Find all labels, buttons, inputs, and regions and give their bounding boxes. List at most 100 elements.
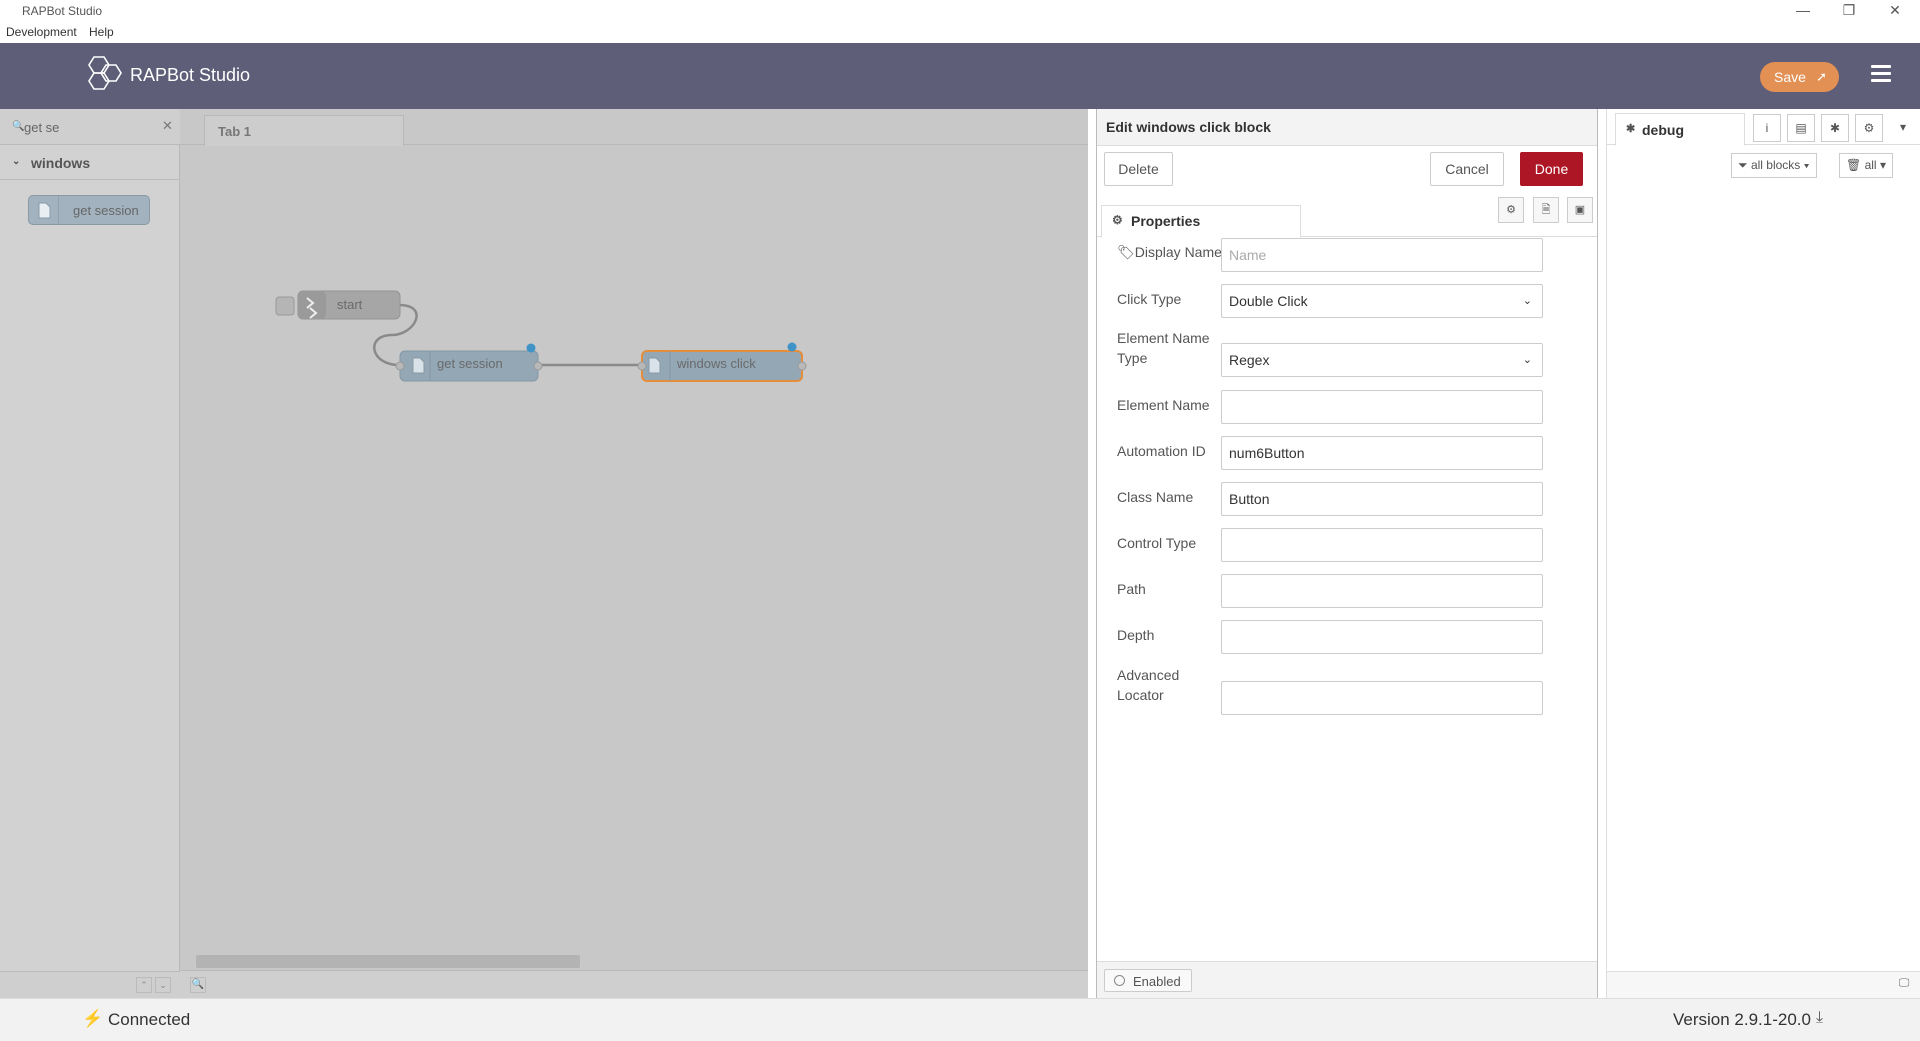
title-bar: RAPBot Studio — ❐ ✕ — [0, 0, 1920, 22]
delete-button[interactable]: Delete — [1104, 152, 1173, 186]
chevron-down-icon[interactable]: ▾ — [1889, 114, 1917, 142]
advanced-locator-label: Advanced Locator — [1117, 667, 1180, 703]
rocket-icon: ➚ — [1816, 69, 1827, 84]
clear-messages[interactable]: 🗑 all ▾ — [1839, 153, 1893, 178]
gear-icon: ⚙ — [1112, 213, 1123, 227]
filter-label: all blocks — [1750, 158, 1801, 172]
tab-1[interactable]: Tab 1 — [204, 115, 404, 146]
tab-label: Tab 1 — [218, 124, 251, 139]
clear-label: all — [1864, 158, 1877, 172]
save-button-label: Save — [1774, 69, 1806, 85]
settings-gear-icon[interactable]: ⚙ — [1855, 114, 1883, 142]
depth-input[interactable] — [1221, 620, 1543, 654]
collapse-all-icon[interactable]: ⌃ — [136, 977, 152, 993]
brand-name: RAPBot Studio — [130, 65, 251, 85]
save-button[interactable]: Save ➚ — [1760, 62, 1839, 92]
info-icon[interactable]: i — [1753, 114, 1781, 142]
menu-help[interactable]: Help — [89, 25, 114, 39]
element-name-label: Element Name — [1117, 397, 1210, 413]
app-window: RAPBot Studio — ❐ ✕ Development Help RAP… — [0, 0, 1920, 1041]
status-bar: ⚡ Connected Version 2.9.1-20.0 ⤓ — [0, 998, 1920, 1041]
workspace-tabs: Tab 1 — [180, 109, 1088, 146]
chevron-down-icon: ⌄ — [1522, 295, 1532, 307]
element-name-type-label: Element Name Type — [1117, 330, 1210, 366]
clear-search-icon[interactable]: ✕ — [162, 118, 173, 134]
minimize-button[interactable]: — — [1780, 0, 1826, 22]
palette-search: 🔍 ✕ — [0, 109, 180, 145]
circle-icon — [1114, 975, 1125, 986]
debug-bug-icon[interactable]: ✱ — [1821, 114, 1849, 142]
close-button[interactable]: ✕ — [1872, 0, 1918, 22]
tab-debug-label: debug — [1642, 122, 1684, 138]
control-type-input[interactable] — [1221, 528, 1543, 562]
palette-category-windows[interactable]: ⌄ windows — [0, 146, 180, 180]
enabled-toggle[interactable]: Enabled — [1104, 969, 1192, 992]
node-settings-icon[interactable]: ⚙ — [1498, 197, 1524, 223]
depth-label: Depth — [1117, 627, 1155, 643]
connection-status: Connected — [108, 1010, 191, 1029]
enabled-label: Enabled — [1133, 974, 1181, 989]
edit-tray: Edit windows click block Delete Cancel D… — [1096, 109, 1598, 998]
book-icon[interactable]: ▤ — [1787, 114, 1815, 142]
class-name-label: Class Name — [1117, 489, 1194, 505]
palette-footer: ⌃ ⌄ — [0, 971, 180, 998]
path-label: Path — [1117, 581, 1146, 597]
bug-icon: ✱ — [1626, 123, 1636, 135]
node-description-icon[interactable]: 🗎 — [1533, 197, 1559, 223]
main-menu-icon[interactable] — [1871, 65, 1891, 83]
trash-icon: 🗑 — [1846, 158, 1862, 172]
app-header: RAPBot Studio Save ➚ — [0, 43, 1920, 109]
tab-properties[interactable]: ⚙ Properties — [1101, 205, 1301, 238]
chevron-down-icon: ▾ — [1879, 158, 1886, 172]
done-button[interactable]: Done — [1520, 152, 1583, 186]
automation-id-label: Automation ID — [1117, 443, 1206, 459]
flow-canvas — [275, 290, 807, 382]
sidebar: ✱ debug i ▤ ✱ ⚙ ▾ ⏷ all blocks ▾ 🗑 all ▾… — [1606, 109, 1920, 998]
palette-node-get-session[interactable]: get session — [28, 195, 150, 225]
restore-button[interactable]: ❐ — [1826, 0, 1872, 22]
search-icon: 🔍 — [12, 121, 25, 132]
tag-icon: 🏷 — [1117, 244, 1135, 260]
window-title: RAPBot Studio — [22, 4, 103, 18]
tab-debug[interactable]: ✱ debug — [1615, 113, 1745, 146]
tray-footer: Enabled — [1097, 961, 1597, 998]
click-type-value: Double Click — [1229, 293, 1308, 309]
advanced-locator-input[interactable] — [1221, 681, 1543, 715]
node-appearance-icon[interactable]: ▣ — [1567, 197, 1593, 223]
display-name-input[interactable] — [1221, 238, 1543, 272]
chevron-down-icon: ⌄ — [12, 156, 21, 167]
palette-node-label: get session — [73, 203, 139, 218]
download-icon[interactable]: ⤓ — [1816, 1009, 1823, 1027]
menu-bar: Development Help — [0, 22, 1920, 43]
class-name-input[interactable] — [1221, 482, 1543, 516]
workspace-footer: 🔍 — [180, 970, 1088, 998]
node-get-session-label: get session — [437, 356, 503, 371]
element-name-type-value: Regex — [1229, 352, 1270, 368]
filter-all-blocks[interactable]: ⏷ all blocks ▾ — [1731, 153, 1817, 178]
chevron-down-icon: ⌄ — [1522, 354, 1532, 366]
click-type-label: Click Type — [1117, 291, 1182, 307]
plug-icon: ⚡ — [82, 1009, 104, 1028]
element-name-input[interactable] — [1221, 390, 1543, 424]
path-input[interactable] — [1221, 574, 1543, 608]
horizontal-scrollbar[interactable] — [196, 955, 580, 968]
menu-development[interactable]: Development — [6, 25, 77, 39]
display-name-label: 🏷Display Name — [1117, 244, 1222, 260]
monitor-icon[interactable]: 🖵 — [1895, 977, 1913, 993]
element-name-type-select[interactable]: Regex ⌄ — [1221, 343, 1543, 377]
node-windows-click-label: windows click — [677, 356, 756, 371]
expand-all-icon[interactable]: ⌄ — [155, 977, 171, 993]
click-type-select[interactable]: Double Click ⌄ — [1221, 284, 1543, 318]
filter-icon: ⏷ — [1738, 158, 1748, 172]
cancel-button[interactable]: Cancel — [1430, 152, 1504, 186]
tab-properties-label: Properties — [1131, 213, 1201, 229]
brand-logo-icon — [88, 56, 122, 90]
tray-header: Edit windows click block — [1097, 109, 1597, 146]
document-icon — [29, 196, 59, 224]
palette-category-label: windows — [31, 155, 91, 171]
node-start-label: start — [337, 297, 363, 312]
palette-search-input[interactable] — [24, 117, 154, 137]
automation-id-input[interactable] — [1221, 436, 1543, 470]
control-type-label: Control Type — [1117, 535, 1197, 551]
search-flows-icon[interactable]: 🔍 — [190, 977, 206, 993]
